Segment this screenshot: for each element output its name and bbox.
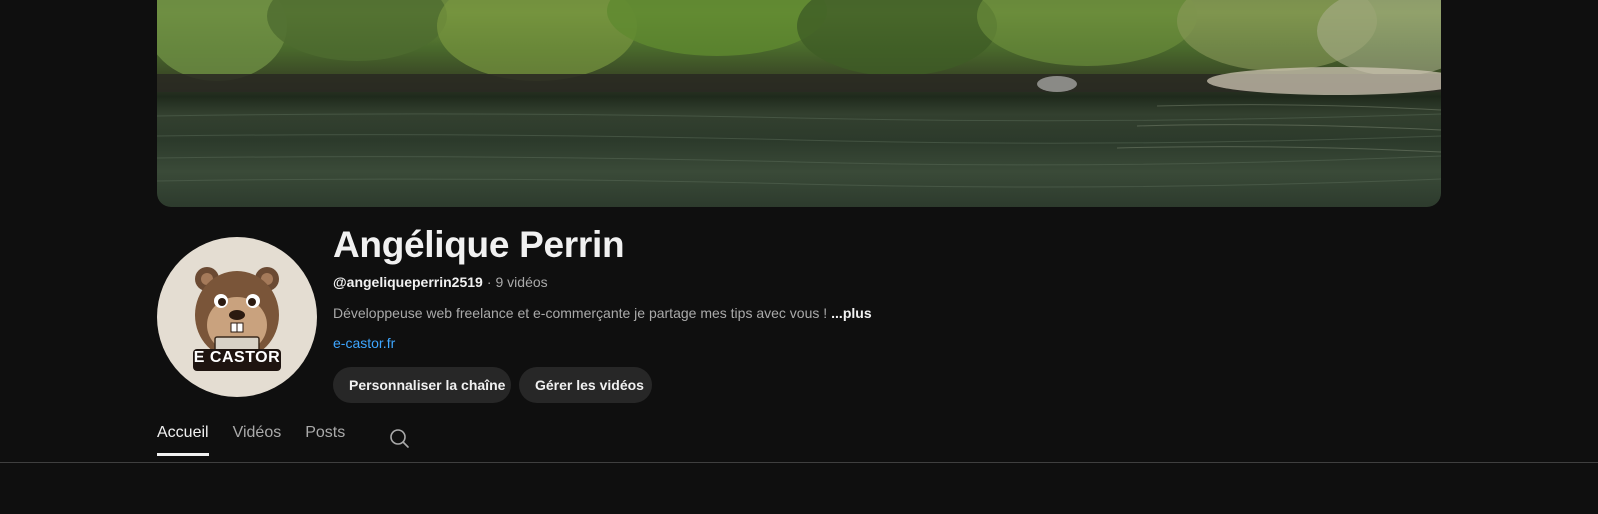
channel-meta: @angeliqueperrin2519 · 9 vidéos — [333, 274, 548, 290]
banner-river-image — [157, 0, 1441, 188]
more-link[interactable]: ...plus — [831, 305, 871, 321]
meta-separator: · — [486, 274, 492, 290]
search-icon[interactable] — [388, 428, 410, 450]
channel-tabs: Accueil Vidéos Posts — [157, 422, 369, 462]
manage-videos-button[interactable]: Gérer les vidéos — [519, 367, 652, 403]
tabs-divider — [0, 462, 1598, 463]
tab-home[interactable]: Accueil — [157, 422, 209, 456]
channel-name: Angélique Perrin — [333, 224, 625, 265]
channel-description[interactable]: Développeuse web freelance et e-commerça… — [333, 305, 872, 321]
channel-banner — [157, 0, 1441, 207]
channel-handle: @angeliqueperrin2519 — [333, 274, 483, 290]
beaver-logo-icon — [193, 267, 281, 371]
channel-page: E CASTOR Angélique Perrin @angeliqueperr… — [0, 0, 1598, 514]
customize-channel-button[interactable]: Personnaliser la chaîne — [333, 367, 511, 403]
tab-videos[interactable]: Vidéos — [233, 422, 282, 456]
channel-website-link[interactable]: e-castor.fr — [333, 335, 395, 351]
video-count: 9 vidéos — [495, 274, 548, 290]
avatar-logo-text: E CASTOR — [193, 349, 281, 366]
channel-avatar[interactable] — [157, 237, 317, 397]
description-text: Développeuse web freelance et e-commerça… — [333, 305, 828, 321]
tab-posts[interactable]: Posts — [305, 422, 345, 456]
